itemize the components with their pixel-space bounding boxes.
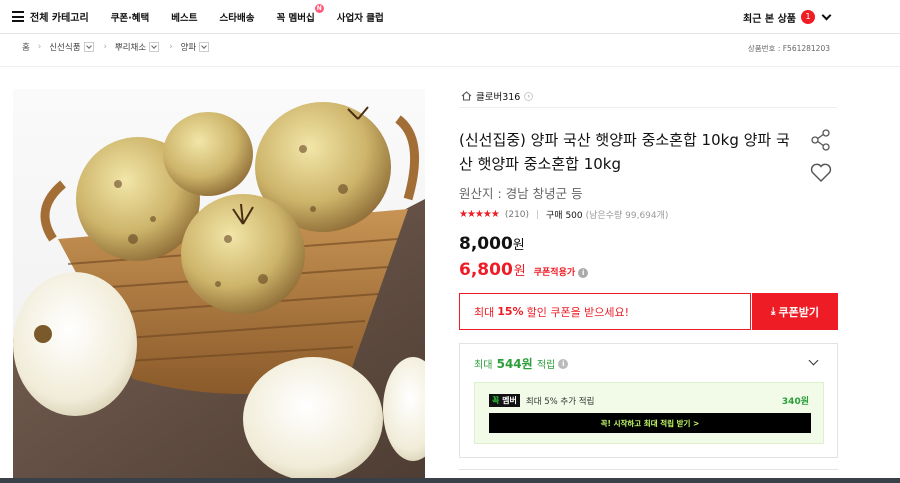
coupon-text-suffix: 할인 쿠폰을 받으세요! (526, 305, 630, 319)
currency-unit: 원 (513, 264, 526, 279)
seller-name: 클로버316 (476, 92, 521, 103)
nav-item-membership[interactable]: 꼭 멤버십 N (276, 3, 324, 24)
review-count[interactable]: (210) (505, 210, 529, 220)
all-categories-button[interactable]: 전체 카테고리 (12, 9, 89, 24)
product-origin: 원산지 : 경남 창녕군 등 (459, 186, 583, 201)
dropdown-icon[interactable] (83, 42, 94, 52)
breadcrumb-label: 뿌리채소 (114, 43, 147, 53)
chevron-right-icon: › (169, 42, 173, 52)
coupon-applied-label: 쿠폰적용가 (533, 268, 576, 278)
get-coupon-label: 쿠폰받기 (778, 305, 819, 319)
divider (537, 210, 539, 219)
membership-text: 최대 5% 추가 적립 (525, 396, 595, 407)
get-coupon-button[interactable]: ⤓ 쿠폰받기 (752, 293, 838, 330)
sale-price-amount: 6,800 (459, 260, 513, 280)
points-panel: 최대 544원 적립 i 꼭 멤버 최대 5% 추가 적립 340원 꼭! 시작… (459, 343, 838, 458)
download-icon: ⤓ (771, 306, 776, 317)
nav-item-best[interactable]: 베스트 (171, 10, 197, 24)
chevron-down-icon[interactable] (808, 355, 819, 366)
coupon-banner: 최대 15% 할인 쿠폰을 받으세요! (459, 293, 751, 330)
recent-products-label: 최근 본 상품 (743, 13, 796, 25)
membership-points: 340원 (781, 397, 809, 407)
chevron-down-icon (821, 10, 832, 20)
points-amount: 544원 (496, 357, 533, 371)
star-rating-icon: ★★★★★ (459, 209, 500, 220)
dropdown-icon[interactable] (149, 42, 160, 52)
rating-row: ★★★★★ (210) 구매 500 (남은수량 99,694개) (459, 208, 668, 221)
nav-item-star-delivery[interactable]: 스타배송 (220, 10, 255, 24)
share-icon[interactable] (810, 129, 832, 151)
recent-products-count: 1 (801, 10, 815, 24)
breadcrumb-item[interactable]: 양파 (181, 41, 210, 53)
breadcrumb-label: 양파 (180, 43, 197, 53)
remaining-stock: (남은수량 99,694개) (585, 211, 669, 221)
product-title: (신선집중) 양파 국산 햇양파 중소혼합 10kg 양파 국산 햇양파 중소혼… (459, 131, 790, 173)
divider (0, 66, 900, 67)
chevron-right-icon: › (103, 42, 107, 52)
menu-icon (12, 11, 24, 22)
points-suffix: 적립 (536, 360, 556, 371)
dropdown-icon[interactable] (199, 42, 210, 52)
divider (459, 107, 837, 108)
badge-part: 멤버 (502, 396, 517, 405)
breadcrumb-item[interactable]: 뿌리채소 (114, 41, 160, 53)
all-categories-label: 전체 카테고리 (30, 13, 89, 24)
divider (459, 469, 838, 470)
points-prefix: 최대 (474, 360, 493, 371)
chevron-right-icon: › (37, 42, 42, 52)
nav-item-business-club[interactable]: 사업자 클럽 (337, 10, 384, 24)
original-price-amount: 8,000 (459, 234, 513, 254)
breadcrumb-home[interactable]: 홈 (22, 41, 30, 53)
nav-menu: 쿠폰·혜택 베스트 스타배송 꼭 멤버십 N 사업자 클럽 (111, 3, 406, 24)
breadcrumb-label: 신선식품 (49, 43, 81, 53)
membership-box: 꼭 멤버 최대 5% 추가 적립 340원 꼭! 시작하고 최대 적립 받기 > (474, 382, 824, 444)
info-icon[interactable]: i (558, 358, 569, 369)
badge-part: 꼭 (492, 396, 500, 405)
onion-basket-image (13, 89, 425, 479)
membership-start-button[interactable]: 꼭! 시작하고 최대 적립 받기 > (489, 413, 811, 433)
chevron-right-icon: › (524, 91, 534, 101)
nav-item-membership-label: 꼭 멤버십 (276, 12, 315, 24)
home-icon (461, 91, 472, 101)
breadcrumb: 홈 › 신선식품 › 뿌리채소 › 양파 (22, 41, 219, 53)
coupon-percent: 15% (497, 305, 524, 318)
product-image[interactable] (13, 89, 425, 479)
sale-price: 6,800 원 쿠폰적용가 i (459, 260, 589, 280)
product-number: 상품번호 : F561281203 (747, 44, 830, 53)
seller-link[interactable]: 클로버316 › (461, 89, 534, 103)
taskbar-strip (0, 478, 900, 483)
membership-row: 꼭 멤버 최대 5% 추가 적립 (489, 394, 594, 407)
top-navigation: 전체 카테고리 쿠폰·혜택 베스트 스타배송 꼭 멤버십 N 사업자 클럽 최근… (0, 0, 900, 34)
currency-unit: 원 (512, 238, 525, 253)
nav-item-coupons[interactable]: 쿠폰·혜택 (111, 10, 150, 24)
coupon-text-prefix: 최대 (474, 305, 495, 319)
recent-products-button[interactable]: 최근 본 상품 1 (743, 0, 832, 34)
heart-icon[interactable] (810, 163, 832, 183)
purchase-count: 구매 500 (546, 211, 583, 221)
info-icon[interactable]: i (578, 268, 589, 278)
points-header: 최대 544원 적립 i (474, 355, 569, 372)
new-badge: N (314, 3, 324, 13)
membership-badge: 꼭 멤버 (489, 394, 520, 407)
original-price: 8,000원 (459, 234, 525, 254)
breadcrumb-item[interactable]: 신선식품 (49, 41, 94, 53)
